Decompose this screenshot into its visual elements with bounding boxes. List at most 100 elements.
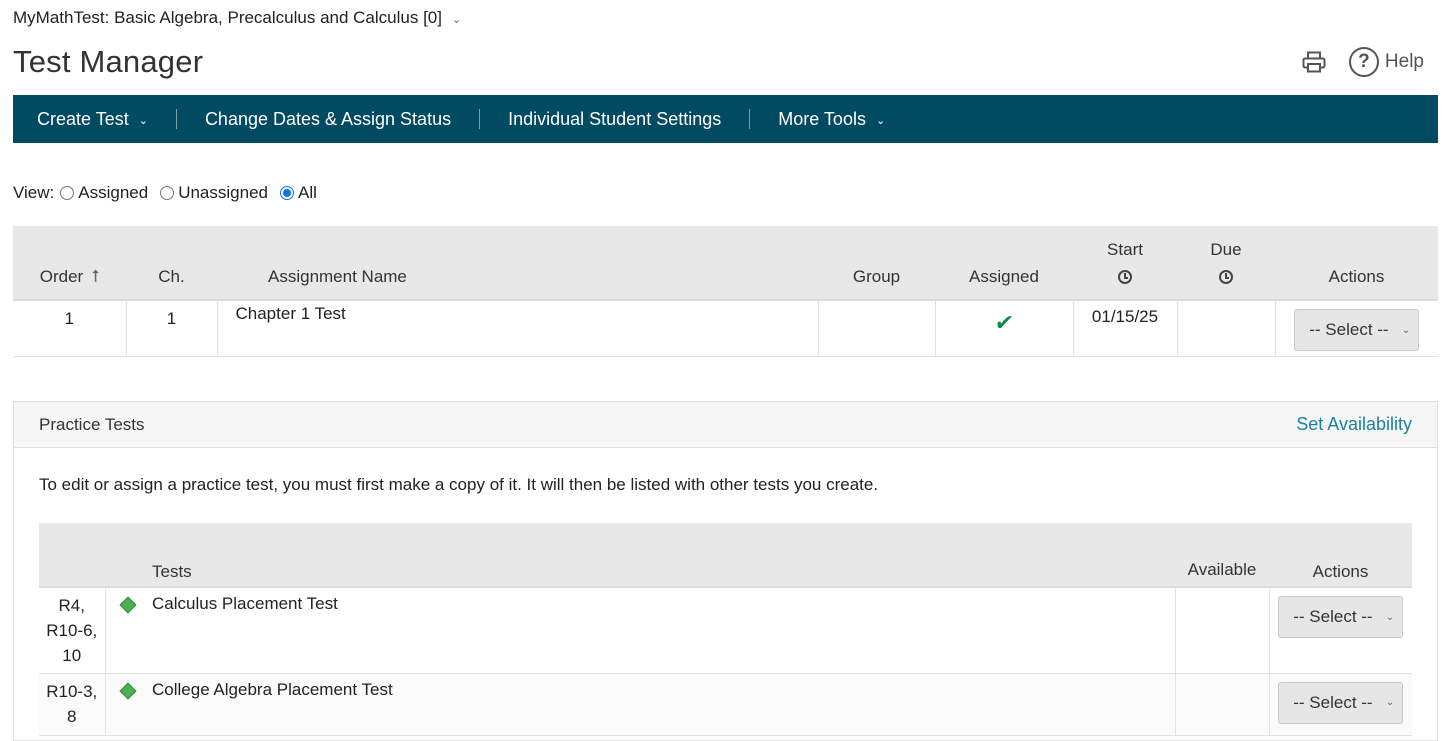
cell-assigned: ✔	[934, 300, 1073, 357]
actions-select[interactable]: -- Select -- ⌄	[1294, 309, 1420, 351]
checkmark-icon: ✔	[993, 310, 1016, 335]
radio-assigned[interactable]	[60, 186, 75, 200]
view-option-all[interactable]: All	[274, 183, 317, 203]
cell-status-icon	[104, 673, 151, 736]
cell-available	[1174, 587, 1269, 674]
cell-test-name[interactable]: College Algebra Placement Test	[151, 673, 1175, 736]
col-group[interactable]: Group	[818, 226, 935, 301]
col-assigned[interactable]: Assigned	[935, 226, 1073, 301]
radio-unassigned-label: Unassigned	[178, 183, 268, 202]
chapter-line: R4,	[58, 596, 85, 615]
practice-tests-panel: Practice Tests Set Availability To edit …	[13, 401, 1438, 741]
practice-tests-header: Practice Tests Set Availability	[14, 402, 1437, 448]
radio-assigned-label: Assigned	[78, 183, 149, 202]
clock-icon	[1219, 270, 1233, 284]
col-group-label: Group	[852, 267, 901, 286]
col-start[interactable]: Start	[1073, 226, 1177, 301]
tools-navbar: Create Test ⌄ Change Dates & Assign Stat…	[13, 95, 1438, 143]
chapter-line: 10	[62, 646, 82, 665]
cell-start: 01/15/25	[1072, 300, 1177, 357]
col-assignment-name[interactable]: Assignment Name	[217, 226, 818, 301]
radio-unassigned[interactable]	[160, 186, 175, 200]
nav-divider	[749, 109, 751, 129]
table-header-row: Order ⭡ Ch. Assignment Name Group Assigne…	[13, 226, 1438, 301]
actions-select[interactable]: -- Select -- ⌄	[1278, 681, 1404, 724]
col-available: Available	[1175, 523, 1269, 588]
chevron-down-icon: ⌄	[138, 115, 148, 127]
chevron-down-icon: ⌄	[451, 14, 462, 26]
col-tests: Tests	[151, 523, 1175, 588]
top-tools: ? Help	[1301, 47, 1424, 77]
radio-all[interactable]	[279, 186, 294, 200]
chapter-line: R10-6,	[46, 621, 98, 640]
course-selector[interactable]: MyMathTest: Basic Algebra, Precalculus a…	[13, 8, 461, 28]
diamond-icon	[119, 682, 137, 699]
actions-select-value: -- Select --	[1293, 692, 1373, 712]
cell-assignment-name[interactable]: Chapter 1 Test	[216, 300, 818, 357]
col-practice-actions: Actions	[1269, 523, 1412, 588]
help-icon: ?	[1348, 47, 1379, 77]
sort-ascending-icon[interactable]: ⭡	[91, 267, 99, 286]
table-row: R4, R10-6, 10 Calculus Placement Test --…	[39, 587, 1412, 674]
help-button[interactable]: ? Help	[1348, 47, 1424, 77]
clock-icon	[1118, 270, 1132, 284]
col-assigned-label: Assigned	[969, 267, 1039, 286]
practice-header-row: Tests Available Actions	[39, 523, 1412, 588]
col-chapter-label: Ch.	[158, 267, 185, 286]
chevron-down-icon: ⌄	[1385, 611, 1395, 623]
actions-select-value: -- Select --	[1309, 320, 1389, 339]
nav-more-tools-label: More Tools	[778, 108, 866, 129]
view-filter: View: Assigned Unassigned All	[13, 183, 323, 203]
cell-status-icon	[104, 587, 151, 674]
cell-test-name[interactable]: Calculus Placement Test	[151, 587, 1175, 674]
actions-select-value: -- Select --	[1293, 607, 1373, 626]
cell-chapters: R4, R10-6, 10	[39, 587, 105, 674]
col-start-label: Start	[1107, 240, 1143, 259]
nav-individual-settings-label: Individual Student Settings	[508, 108, 722, 129]
tests-table: Order ⭡ Ch. Assignment Name Group Assigne…	[13, 226, 1438, 357]
table-row: 1 1 Chapter 1 Test ✔ 01/15/25 -- Select …	[13, 300, 1438, 357]
nav-change-dates[interactable]: Change Dates & Assign Status	[205, 109, 451, 130]
cell-actions: -- Select -- ⌄	[1268, 673, 1412, 736]
nav-divider	[479, 109, 481, 129]
radio-all-label: All	[297, 183, 317, 202]
cell-due	[1176, 300, 1275, 357]
cell-available	[1174, 673, 1269, 736]
print-button[interactable]	[1301, 49, 1327, 75]
col-actions: Actions	[1275, 226, 1438, 301]
col-order-label: Order	[39, 267, 84, 286]
nav-more-tools[interactable]: More Tools ⌄	[778, 109, 885, 130]
cell-group	[817, 300, 935, 357]
nav-create-test-label: Create Test	[37, 108, 129, 129]
col-due-label: Due	[1210, 240, 1242, 259]
diamond-icon	[119, 596, 137, 614]
chevron-down-icon: ⌄	[875, 115, 886, 127]
view-option-unassigned[interactable]: Unassigned	[154, 183, 268, 203]
page-title: Test Manager	[13, 44, 204, 79]
cell-chapter: 1	[125, 300, 217, 357]
col-order[interactable]: Order ⭡	[13, 226, 126, 301]
table-row: R10-3, 8 College Algebra Placement Test …	[39, 673, 1412, 736]
nav-individual-settings[interactable]: Individual Student Settings	[508, 109, 721, 130]
practice-tests-title: Practice Tests	[39, 414, 145, 434]
nav-divider	[175, 109, 177, 129]
printer-icon	[1302, 51, 1326, 73]
chapter-line: R10-3,	[46, 681, 98, 701]
chapter-line: 8	[67, 706, 77, 726]
view-label: View:	[13, 183, 55, 202]
cell-chapters: R10-3, 8	[39, 673, 105, 736]
col-actions-label: Actions	[1328, 267, 1385, 286]
help-label: Help	[1384, 51, 1424, 72]
col-due[interactable]: Due	[1177, 226, 1275, 301]
course-title: MyMathTest: Basic Algebra, Precalculus a…	[13, 8, 442, 27]
cell-actions: -- Select -- ⌄	[1274, 300, 1438, 357]
actions-select[interactable]: -- Select -- ⌄	[1278, 596, 1404, 638]
view-option-assigned[interactable]: Assigned	[54, 183, 148, 203]
nav-create-test[interactable]: Create Test ⌄	[37, 109, 148, 130]
practice-tests-table: Tests Available Actions R4, R10-6, 10 Ca…	[39, 523, 1412, 736]
col-practice-chapter	[39, 523, 105, 588]
col-chapter[interactable]: Ch.	[126, 226, 217, 301]
set-availability-link[interactable]: Set Availability	[1296, 414, 1412, 435]
practice-note: To edit or assign a practice test, you m…	[39, 475, 879, 494]
chevron-down-icon: ⌄	[1401, 324, 1411, 336]
